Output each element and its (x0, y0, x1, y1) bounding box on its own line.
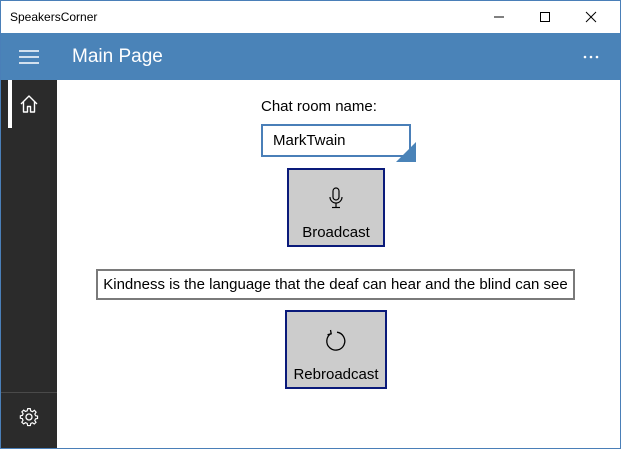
broadcast-label: Broadcast (302, 224, 370, 241)
app-header: Main Page (1, 33, 620, 80)
selection-indicator (8, 80, 12, 128)
refresh-icon (326, 329, 346, 351)
title-bar: SpeakersCorner (1, 1, 620, 33)
sidebar-item-settings[interactable] (1, 393, 57, 441)
quote-text-box: Kindness is the language that the deaf c… (96, 269, 575, 300)
input-corner-marker (396, 142, 416, 162)
minimize-button[interactable] (476, 1, 522, 33)
microphone-icon (329, 187, 343, 209)
minimize-icon (494, 16, 504, 18)
page-title: Main Page (72, 46, 163, 67)
maximize-icon (540, 12, 550, 22)
more-button[interactable] (569, 33, 613, 80)
broadcast-button[interactable]: Broadcast (287, 168, 385, 247)
window-title: SpeakersCorner (10, 10, 98, 24)
rebroadcast-label: Rebroadcast (293, 366, 379, 383)
sidebar (1, 80, 57, 448)
hamburger-icon (19, 49, 39, 64)
chat-room-label: Chat room name: (261, 98, 377, 115)
sidebar-item-home[interactable] (1, 80, 57, 128)
close-icon (585, 11, 597, 23)
gear-icon (19, 408, 39, 427)
main-content: Chat room name: Broadcast Kindness is th… (57, 80, 620, 448)
close-button[interactable] (568, 1, 614, 33)
app-window: SpeakersCorner Main Page Chat room name:… (0, 0, 621, 449)
more-icon (583, 55, 599, 58)
hamburger-button[interactable] (1, 33, 57, 80)
maximize-button[interactable] (522, 1, 568, 33)
home-icon (20, 95, 38, 113)
chat-room-input[interactable] (261, 124, 411, 157)
rebroadcast-button[interactable]: Rebroadcast (285, 310, 387, 389)
